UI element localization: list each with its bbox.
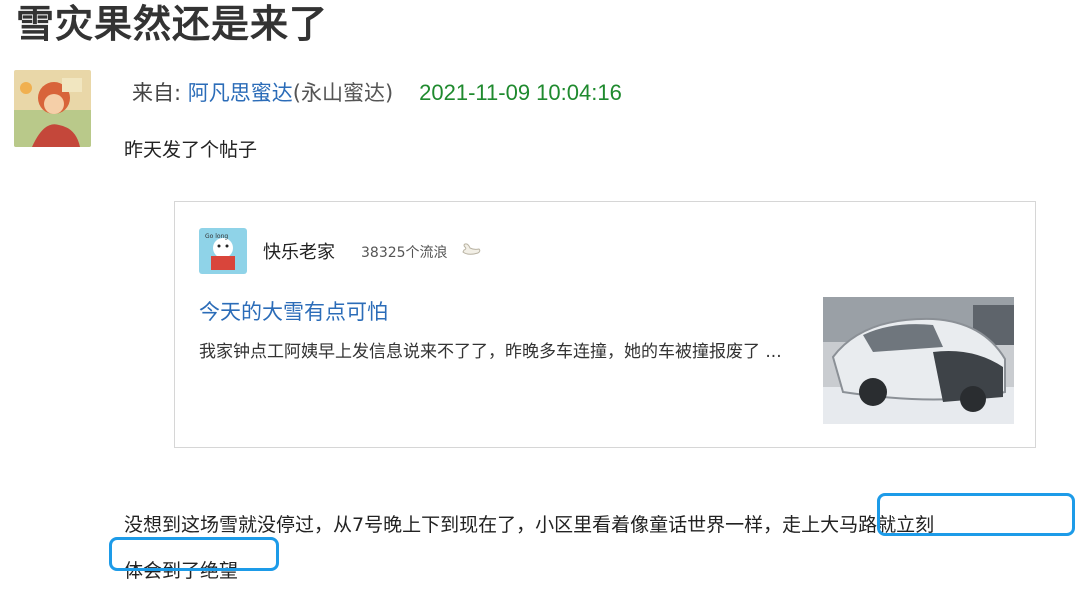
- svg-text:Go long: Go long: [205, 233, 228, 240]
- swan-icon: [460, 240, 482, 258]
- shared-post-card[interactable]: Go long 快乐老家 38325个流浪 今天的大雪有点可怕 我家钟点工阿姨早…: [174, 201, 1036, 448]
- body-text-line1: 没想到这场雪就没停过，从7号晚上下到现在了，小区里看着像童话世界一样，: [124, 514, 783, 536]
- card-user-avatar[interactable]: Go long: [199, 228, 247, 274]
- author-avatar[interactable]: [14, 70, 91, 147]
- author-suffix: (永山蜜达): [292, 81, 394, 105]
- post-datetime: 2021-11-09 10:04:16: [419, 80, 622, 105]
- post-meta: 来自: 阿凡思蜜达(永山蜜达) 2021-11-09 10:04:16: [132, 80, 622, 106]
- post-title: 雪灾果然还是来了: [16, 2, 329, 46]
- card-title-link[interactable]: 今天的大雪有点可怕: [199, 296, 388, 326]
- highlight-box-1: [877, 493, 1075, 536]
- author-link[interactable]: 阿凡思蜜达: [188, 81, 293, 105]
- card-thumbnail-image[interactable]: [823, 297, 1014, 424]
- post-intro: 昨天发了个帖子: [124, 139, 258, 161]
- card-excerpt: 我家钟点工阿姨早上发信息说来不了了，昨晚多车连撞，她的车被撞报废了 ...: [199, 342, 782, 362]
- card-username[interactable]: 快乐老家: [263, 238, 335, 264]
- highlight-box-2: [109, 537, 279, 571]
- from-label: 来自:: [132, 81, 188, 105]
- card-post-count: 38325个流浪: [361, 245, 448, 261]
